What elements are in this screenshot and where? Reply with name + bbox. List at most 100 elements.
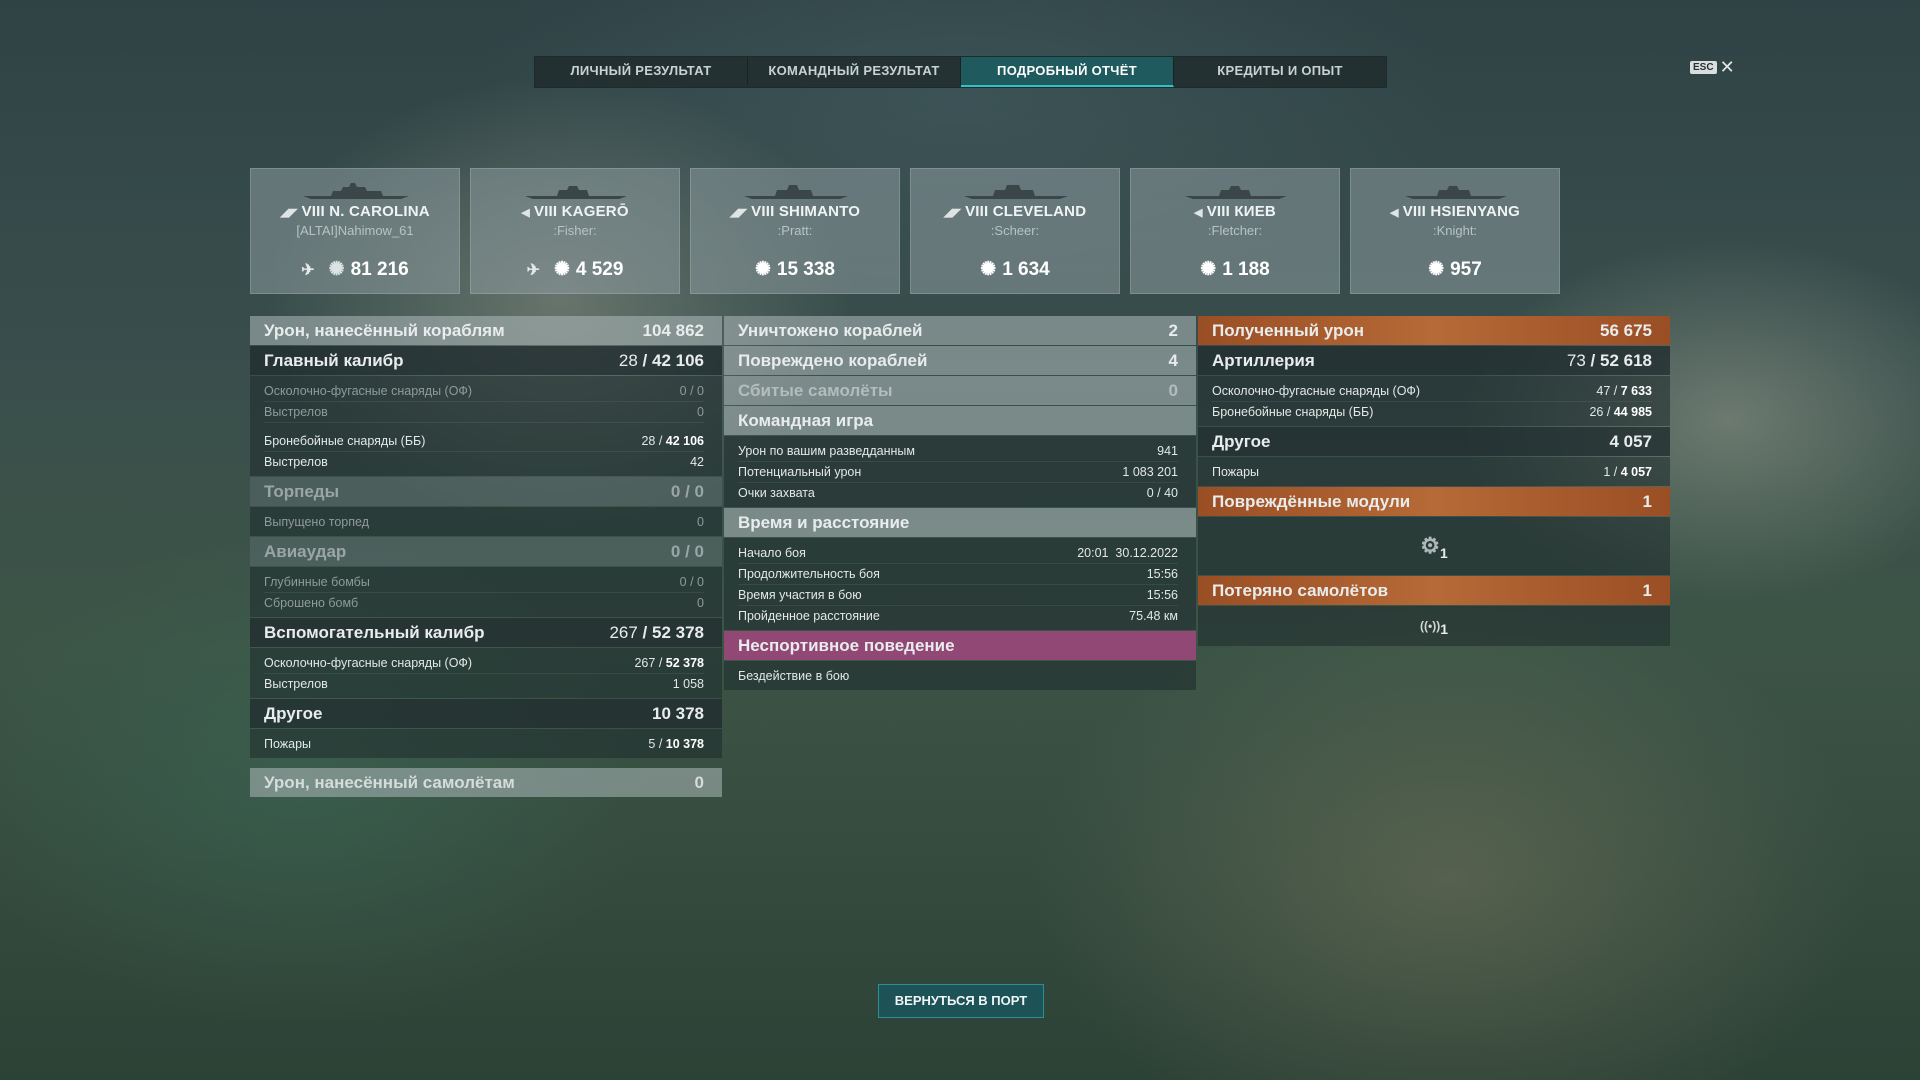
ships-damaged-header: Повреждено кораблей 4 (724, 346, 1196, 375)
destroyer-silhouette-icon (525, 186, 627, 199)
close-button[interactable]: ESC ✕ (1690, 57, 1735, 77)
ship-cards: ◢◤ VIII N. CAROLINA [ALTAI]Nahimow_61 ✈ ✺ 8… (250, 168, 1560, 294)
main-battery-header: Главный калибр 28 / 42 106 (250, 346, 722, 375)
planes-shot-down-header: Сбитые самолёты 0 (724, 376, 1196, 405)
list-item: Продолжительность боя 15:56 (738, 564, 1178, 585)
destroyer-silhouette-icon (1185, 186, 1287, 199)
list-item: Выстрелов 0 (264, 402, 704, 423)
secondary-battery-details: Осколочно-фугасные снаряды (ОФ) 267 / 52 … (250, 648, 722, 698)
ships-destroyed-header: Уничтожено кораблей 2 (724, 316, 1196, 345)
ship-name: VIII КИЕВ (1206, 203, 1276, 220)
team-play-header: Командная игра (724, 406, 1196, 435)
damage-dealt-column: Урон, нанесённый кораблям 104 862 Главный… (250, 316, 722, 798)
ship-card[interactable]: ◀ VIII КИЕВ :Fletcher: ✺ 1 188 (1130, 168, 1340, 294)
ship-card[interactable]: ◢◤ VIII N. CAROLINA [ALTAI]Nahimow_61 ✈ ✺ 8… (250, 168, 460, 294)
list-item: Время участия в бою 15:56 (738, 585, 1178, 606)
player-name: :Scheer: (990, 223, 1040, 238)
other-received-details: Пожары 1 / 4 057 (1198, 457, 1670, 486)
ship-damage-value: 1 188 (1222, 258, 1270, 280)
class-icon: ◢◤ (729, 207, 748, 219)
ship-damage-value: 4 529 (575, 258, 624, 280)
explosion-icon: ✺ (328, 259, 345, 280)
radar-icon: ((•)) (1420, 619, 1441, 633)
list-item: Глубинные бомбы 0 / 0 (264, 572, 704, 593)
ship-card[interactable]: ◀ VIII KAGERŌ :Fisher: ✈ ✺ 4 529 (470, 168, 680, 294)
explosion-icon: ✺ (1428, 259, 1445, 280)
list-item: Пожары 5 / 10 378 (264, 737, 704, 751)
list-item: Выпущено торпед 0 (264, 515, 704, 529)
list-item: Урон по вашим разведданным 941 (738, 441, 1178, 462)
ship-damage-value: 15 338 (776, 258, 836, 280)
class-icon: ◀ (1194, 207, 1203, 219)
main-battery-details: Осколочно-фугасные снаряды (ОФ) 0 / 0 Выс… (250, 376, 722, 476)
list-item: Выстрелов 42 (264, 455, 704, 469)
tab-personal-result[interactable]: ЛИЧНЫЙ РЕЗУЛЬТАТ (535, 57, 748, 85)
ship-name: VIII KAGERŌ (533, 203, 629, 220)
damage-received-column: Полученный урон 56 675 Артиллерия 73 / 52 … (1198, 316, 1670, 647)
list-item: Выстрелов 1 058 (264, 677, 704, 691)
player-name: [ALTAI]Nahimow_61 (296, 223, 414, 238)
esc-key-icon: ESC (1690, 60, 1717, 74)
list-item: Осколочно-фугасные снаряды (ОФ) 267 / 52 … (264, 653, 704, 674)
unsporting-behavior-details: Бездействие в бою (724, 661, 1196, 690)
ship-name: VIII CLEVELAND (965, 203, 1087, 220)
plane-icon: ✈ (301, 261, 315, 279)
ship-card[interactable]: ◢◤ VIII SHIMANTO :Pratt: ✺ 15 338 (690, 168, 900, 294)
return-to-port-button[interactable]: ВЕРНУТЬСЯ В ПОРТ (878, 984, 1044, 1018)
list-item: Осколочно-фугасные снаряды (ОФ) 0 / 0 (264, 381, 704, 402)
other-damage-header: Другое 10 378 (250, 699, 722, 728)
airstrike-header: Авиаудар 0 / 0 (250, 537, 722, 566)
close-icon: ✕ (1719, 57, 1735, 77)
destroyer-silhouette-icon (1405, 186, 1507, 199)
planes-lost-count: 1 (1440, 621, 1448, 637)
class-icon: ◀ (1390, 207, 1399, 219)
list-item: Потенциальный урон 1 083 201 (738, 462, 1178, 483)
tab-credits-xp[interactable]: КРЕДИТЫ И ОПЫТ (1174, 57, 1386, 85)
time-distance-details: Начало боя 20:01 30.12.2022 Продолжительн… (724, 538, 1196, 630)
damage-received-header: Полученный урон 56 675 (1198, 316, 1670, 345)
torpedoes-header: Торпеды 0 / 0 (250, 477, 722, 506)
ship-damage-value: 81 216 (350, 258, 409, 280)
list-item: Осколочно-фугасные снаряды (ОФ) 47 / 7 63… (1212, 381, 1652, 402)
module-icon: ⚙ (1420, 533, 1440, 558)
ship-card[interactable]: ◢◤ VIII CLEVELAND :Scheer: ✺ 1 634 (910, 168, 1120, 294)
list-item: Очки захвата 0 / 40 (738, 486, 1178, 500)
unsporting-behavior-header: Неспортивное поведение (724, 631, 1196, 660)
list-item: Бронебойные снаряды (ББ) 26 / 44 985 (1212, 405, 1652, 419)
airstrike-details: Глубинные бомбы 0 / 0 Сброшено бомб 0 (250, 567, 722, 617)
player-name: :Knight: (1432, 223, 1478, 238)
class-icon: ◢◤ (943, 207, 962, 219)
cruiser-silhouette-icon (964, 185, 1068, 199)
tab-detailed-report[interactable]: ПОДРОБНЫЙ ОТЧЁТ (961, 57, 1174, 87)
class-icon: ◀ (521, 207, 530, 219)
planes-lost-icons: ((•)) 1 (1198, 606, 1670, 646)
other-received-header: Другое 4 057 (1198, 427, 1670, 456)
ship-damage-value: 957 (1450, 258, 1482, 280)
damaged-modules-icons: ⚙ 1 (1198, 517, 1670, 575)
ship-name: VIII SHIMANTO (751, 203, 861, 220)
module-count: 1 (1439, 545, 1448, 561)
artillery-header: Артиллерия 73 / 52 618 (1198, 346, 1670, 375)
torpedoes-details: Выпущено торпед 0 (250, 507, 722, 536)
ship-name: VIII N. CAROLINA (301, 203, 430, 220)
plane-icon: ✈ (526, 261, 540, 279)
explosion-icon: ✺ (553, 259, 570, 280)
player-name: :Fletcher: (1207, 223, 1263, 238)
list-item: Пройденное расстояние 75.48 км (738, 609, 1178, 623)
tab-bar: ЛИЧНЫЙ РЕЗУЛЬТАТ КОМАНДНЫЙ РЕЗУЛЬТАТ ПОД… (534, 56, 1387, 88)
ship-card[interactable]: ◀ VIII HSIENYANG :Knight: ✺ 957 (1350, 168, 1560, 294)
list-item: Сброшено бомб 0 (264, 596, 704, 610)
planes-lost-header: Потеряно самолётов 1 (1198, 576, 1670, 605)
explosion-icon: ✺ (754, 259, 771, 280)
ship-damage-header: Урон, нанесённый кораблям 104 862 (250, 316, 722, 345)
player-name: :Fisher: (553, 223, 597, 238)
aircraft-damage-header: Урон, нанесённый самолётам 0 (250, 768, 722, 797)
list-item: Пожары 1 / 4 057 (1212, 465, 1652, 479)
list-item: Бронебойные снаряды (ББ) 28 / 42 106 (264, 431, 704, 452)
battleship-silhouette-icon (303, 183, 409, 199)
ship-name: VIII HSIENYANG (1402, 203, 1520, 220)
cruiser-silhouette-icon (744, 185, 848, 199)
list-item: Начало боя 20:01 30.12.2022 (738, 543, 1178, 564)
time-distance-header: Время и расстояние (724, 508, 1196, 537)
tab-team-result[interactable]: КОМАНДНЫЙ РЕЗУЛЬТАТ (748, 57, 961, 85)
